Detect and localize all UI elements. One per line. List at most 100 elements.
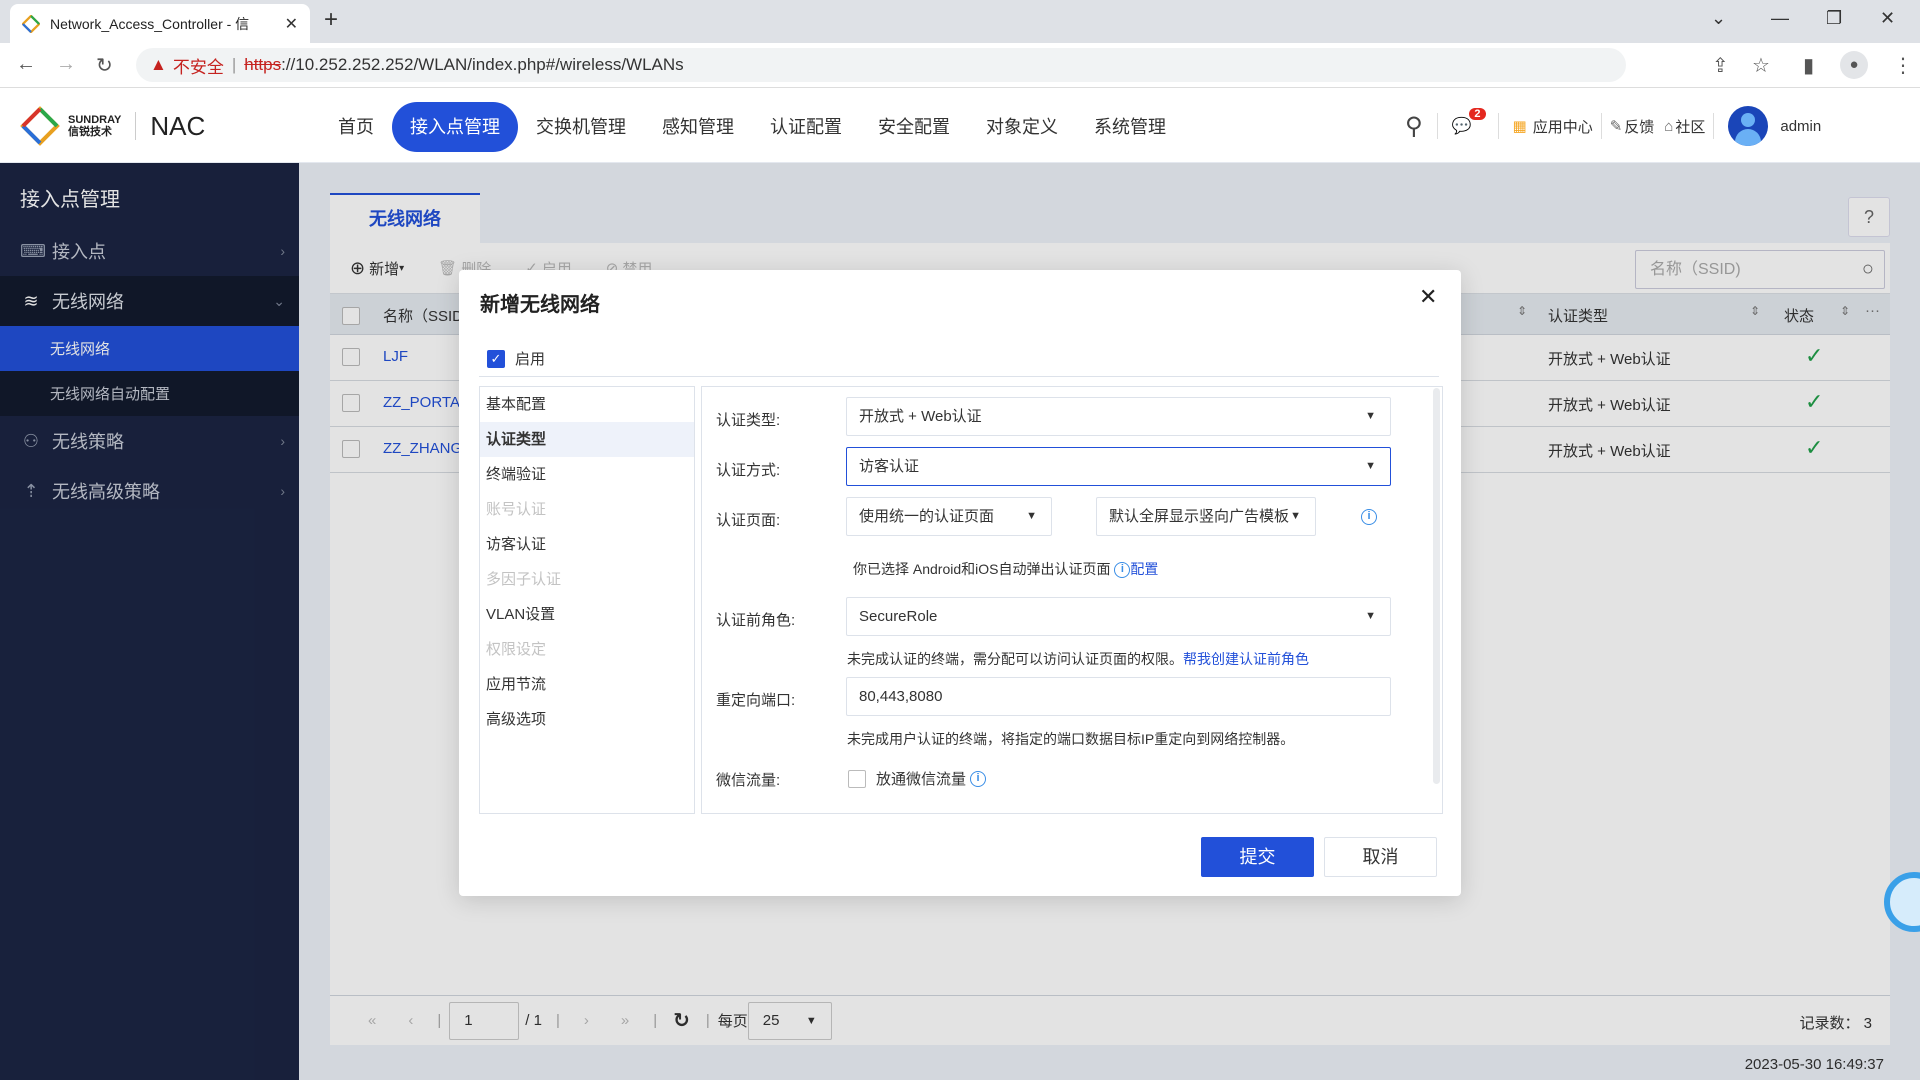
wechat-traffic-label: 微信流量:	[716, 772, 781, 789]
section-permissions: 权限设定	[486, 641, 547, 658]
nav-perception-management[interactable]: 感知管理	[644, 102, 752, 152]
close-tab-icon[interactable]: ✕	[285, 14, 298, 34]
caret-down-icon: ▼	[1365, 460, 1376, 472]
window-close-icon[interactable]: ✕	[1880, 8, 1895, 29]
tab-search-icon[interactable]: ⌄	[1711, 8, 1726, 29]
url-scheme: https	[244, 55, 282, 74]
nav-switch-management[interactable]: 交换机管理	[518, 102, 644, 152]
pre-auth-role-select[interactable]: SecureRole ▼	[846, 597, 1391, 636]
section-account-auth: 账号认证	[486, 501, 547, 518]
url-input[interactable]: ▲ 不安全 | https ://10.252.252.252/WLAN/ind…	[136, 48, 1626, 82]
security-label: 不安全	[172, 57, 224, 77]
submit-button[interactable]: 提交	[1201, 837, 1314, 877]
close-icon[interactable]: ✕	[1419, 284, 1437, 310]
auth-page-label: 认证页面:	[716, 512, 781, 529]
enable-checkbox[interactable]: ✓ 启用	[487, 348, 545, 369]
caret-down-icon: ▼	[1026, 510, 1037, 522]
auth-template-value: 默认全屏显示竖向广告模板	[1109, 508, 1290, 525]
warning-icon: ▲	[150, 55, 167, 74]
back-icon[interactable]: ←	[16, 53, 36, 76]
auth-template-select[interactable]: 默认全屏显示竖向广告模板 ▼	[1096, 497, 1316, 536]
auth-method-value: 访客认证	[859, 458, 920, 475]
auth-method-select[interactable]: 访客认证 ▼	[846, 447, 1391, 486]
enable-checkbox-label: 启用	[515, 351, 546, 368]
form-scrollbar[interactable]	[1433, 388, 1440, 784]
brand-cn: 信锐技术	[68, 126, 112, 138]
section-basic-config[interactable]: 基本配置	[480, 387, 694, 422]
restore-icon[interactable]: ❐	[1826, 8, 1842, 29]
header-actions: ⚲ 💬 2 ▦ 应用中心 ✎ 反馈 ⌂ 社区 admin	[1405, 106, 1821, 146]
feedback-icon: ✎	[1609, 118, 1623, 135]
minimize-icon[interactable]: —	[1771, 8, 1789, 29]
section-terminal-verification[interactable]: 终端验证	[480, 457, 694, 492]
nav-object-definition[interactable]: 对象定义	[968, 102, 1076, 152]
logo[interactable]: SUNDRAY 信锐技术 NAC	[20, 106, 205, 146]
cancel-button[interactable]: 取消	[1324, 837, 1437, 877]
auth-page-select[interactable]: 使用统一的认证页面 ▼	[846, 497, 1052, 536]
popup-hint-text: 你已选择 Android和iOS自动弹出认证页面	[853, 561, 1111, 577]
pre-auth-role-label: 认证前角色:	[716, 612, 796, 629]
section-auth-type[interactable]: 认证类型	[480, 422, 694, 457]
forward-icon[interactable]: →	[56, 53, 76, 76]
create-pre-auth-role-link[interactable]: 帮我创建认证前角色	[1183, 651, 1309, 667]
auth-page-value: 使用统一的认证页面	[859, 508, 995, 525]
url-path: ://10.252.252.252/WLAN/index.php#/wirele…	[281, 55, 684, 74]
auth-type-label: 认证类型:	[716, 412, 781, 429]
reload-icon[interactable]: ↻	[96, 53, 113, 78]
redirect-port-label: 重定向端口:	[716, 692, 796, 709]
sundray-logo-icon	[22, 14, 40, 33]
side-panel-icon[interactable]: ▮	[1803, 53, 1814, 78]
pre-auth-role-value: SecureRole	[859, 608, 938, 625]
top-nav: 首页 接入点管理 交换机管理 感知管理 认证配置 安全配置 对象定义 系统管理	[320, 102, 1184, 152]
brand-en: SUNDRAY	[68, 114, 122, 126]
app-center-link[interactable]: 应用中心	[1533, 116, 1593, 137]
section-vlan[interactable]: VLAN设置	[480, 597, 694, 632]
section-app-throttling[interactable]: 应用节流	[480, 667, 694, 702]
nav-auth-config[interactable]: 认证配置	[752, 102, 860, 152]
share-icon[interactable]: ⇪	[1712, 53, 1729, 78]
sundray-logo-icon	[20, 106, 60, 146]
new-tab-button[interactable]: +	[324, 6, 338, 34]
section-guest-auth[interactable]: 访客认证	[480, 527, 694, 562]
pre-auth-role-hint-text: 未完成认证的终端，需分配可以访问认证页面的权限。	[847, 651, 1183, 667]
auth-type-value: 开放式 + Web认证	[859, 408, 982, 425]
wechat-traffic-checkbox[interactable]: 放通微信流量 i	[848, 768, 987, 789]
info-icon[interactable]: i	[1361, 509, 1377, 525]
wechat-traffic-option: 放通微信流量	[876, 771, 967, 788]
browser-tab[interactable]: Network_Access_Controller - 信 ✕	[10, 4, 310, 43]
app-header: SUNDRAY 信锐技术 NAC 首页 接入点管理 交换机管理 感知管理 认证配置…	[0, 88, 1920, 163]
feedback-link[interactable]: 反馈	[1624, 116, 1654, 137]
product-name: NAC	[150, 110, 206, 141]
app-center-icon: ▦	[1512, 118, 1527, 135]
bookmark-star-icon[interactable]: ☆	[1752, 53, 1770, 78]
caret-down-icon: ▼	[1290, 510, 1301, 522]
caret-down-icon: ▼	[1365, 410, 1376, 422]
caret-down-icon: ▼	[1365, 610, 1376, 622]
auth-type-select[interactable]: 开放式 + Web认证 ▼	[846, 397, 1391, 436]
popup-hint: 你已选择 Android和iOS自动弹出认证页面 i 配置	[853, 559, 1158, 579]
section-mfa: 多因子认证	[486, 571, 562, 588]
pre-auth-role-hint: 未完成认证的终端，需分配可以访问认证页面的权限。帮我创建认证前角色	[847, 649, 1309, 669]
community-icon: ⌂	[1664, 117, 1674, 135]
redirect-port-input[interactable]: 80,443,8080	[846, 677, 1391, 716]
menu-kebab-icon[interactable]: ⋮	[1893, 53, 1913, 78]
auth-method-label: 认证方式:	[716, 462, 781, 479]
nav-system-management[interactable]: 系统管理	[1076, 102, 1184, 152]
message-badge: 2	[1469, 108, 1486, 120]
nav-security-config[interactable]: 安全配置	[860, 102, 968, 152]
dialog-title: 新增无线网络	[480, 294, 600, 316]
nav-ap-management[interactable]: 接入点管理	[392, 102, 518, 152]
profile-icon[interactable]: ●	[1840, 51, 1868, 79]
search-icon[interactable]: ⚲	[1405, 112, 1423, 141]
section-advanced[interactable]: 高级选项	[480, 702, 694, 737]
nav-home[interactable]: 首页	[320, 102, 392, 152]
message-icon[interactable]: 💬 2	[1452, 108, 1486, 136]
info-icon[interactable]: i	[1114, 562, 1131, 579]
info-icon[interactable]: i	[970, 770, 987, 787]
config-link[interactable]: 配置	[1130, 561, 1158, 577]
community-link[interactable]: 社区	[1675, 116, 1705, 137]
username[interactable]: admin	[1780, 118, 1821, 135]
redirect-port-hint: 未完成用户认证的终端，将指定的端口数据目标IP重定向到网络控制器。	[847, 731, 1295, 747]
address-bar: ← → ↻ ▲ 不安全 | https ://10.252.252.252/WL…	[0, 43, 1920, 88]
avatar[interactable]	[1728, 106, 1769, 146]
